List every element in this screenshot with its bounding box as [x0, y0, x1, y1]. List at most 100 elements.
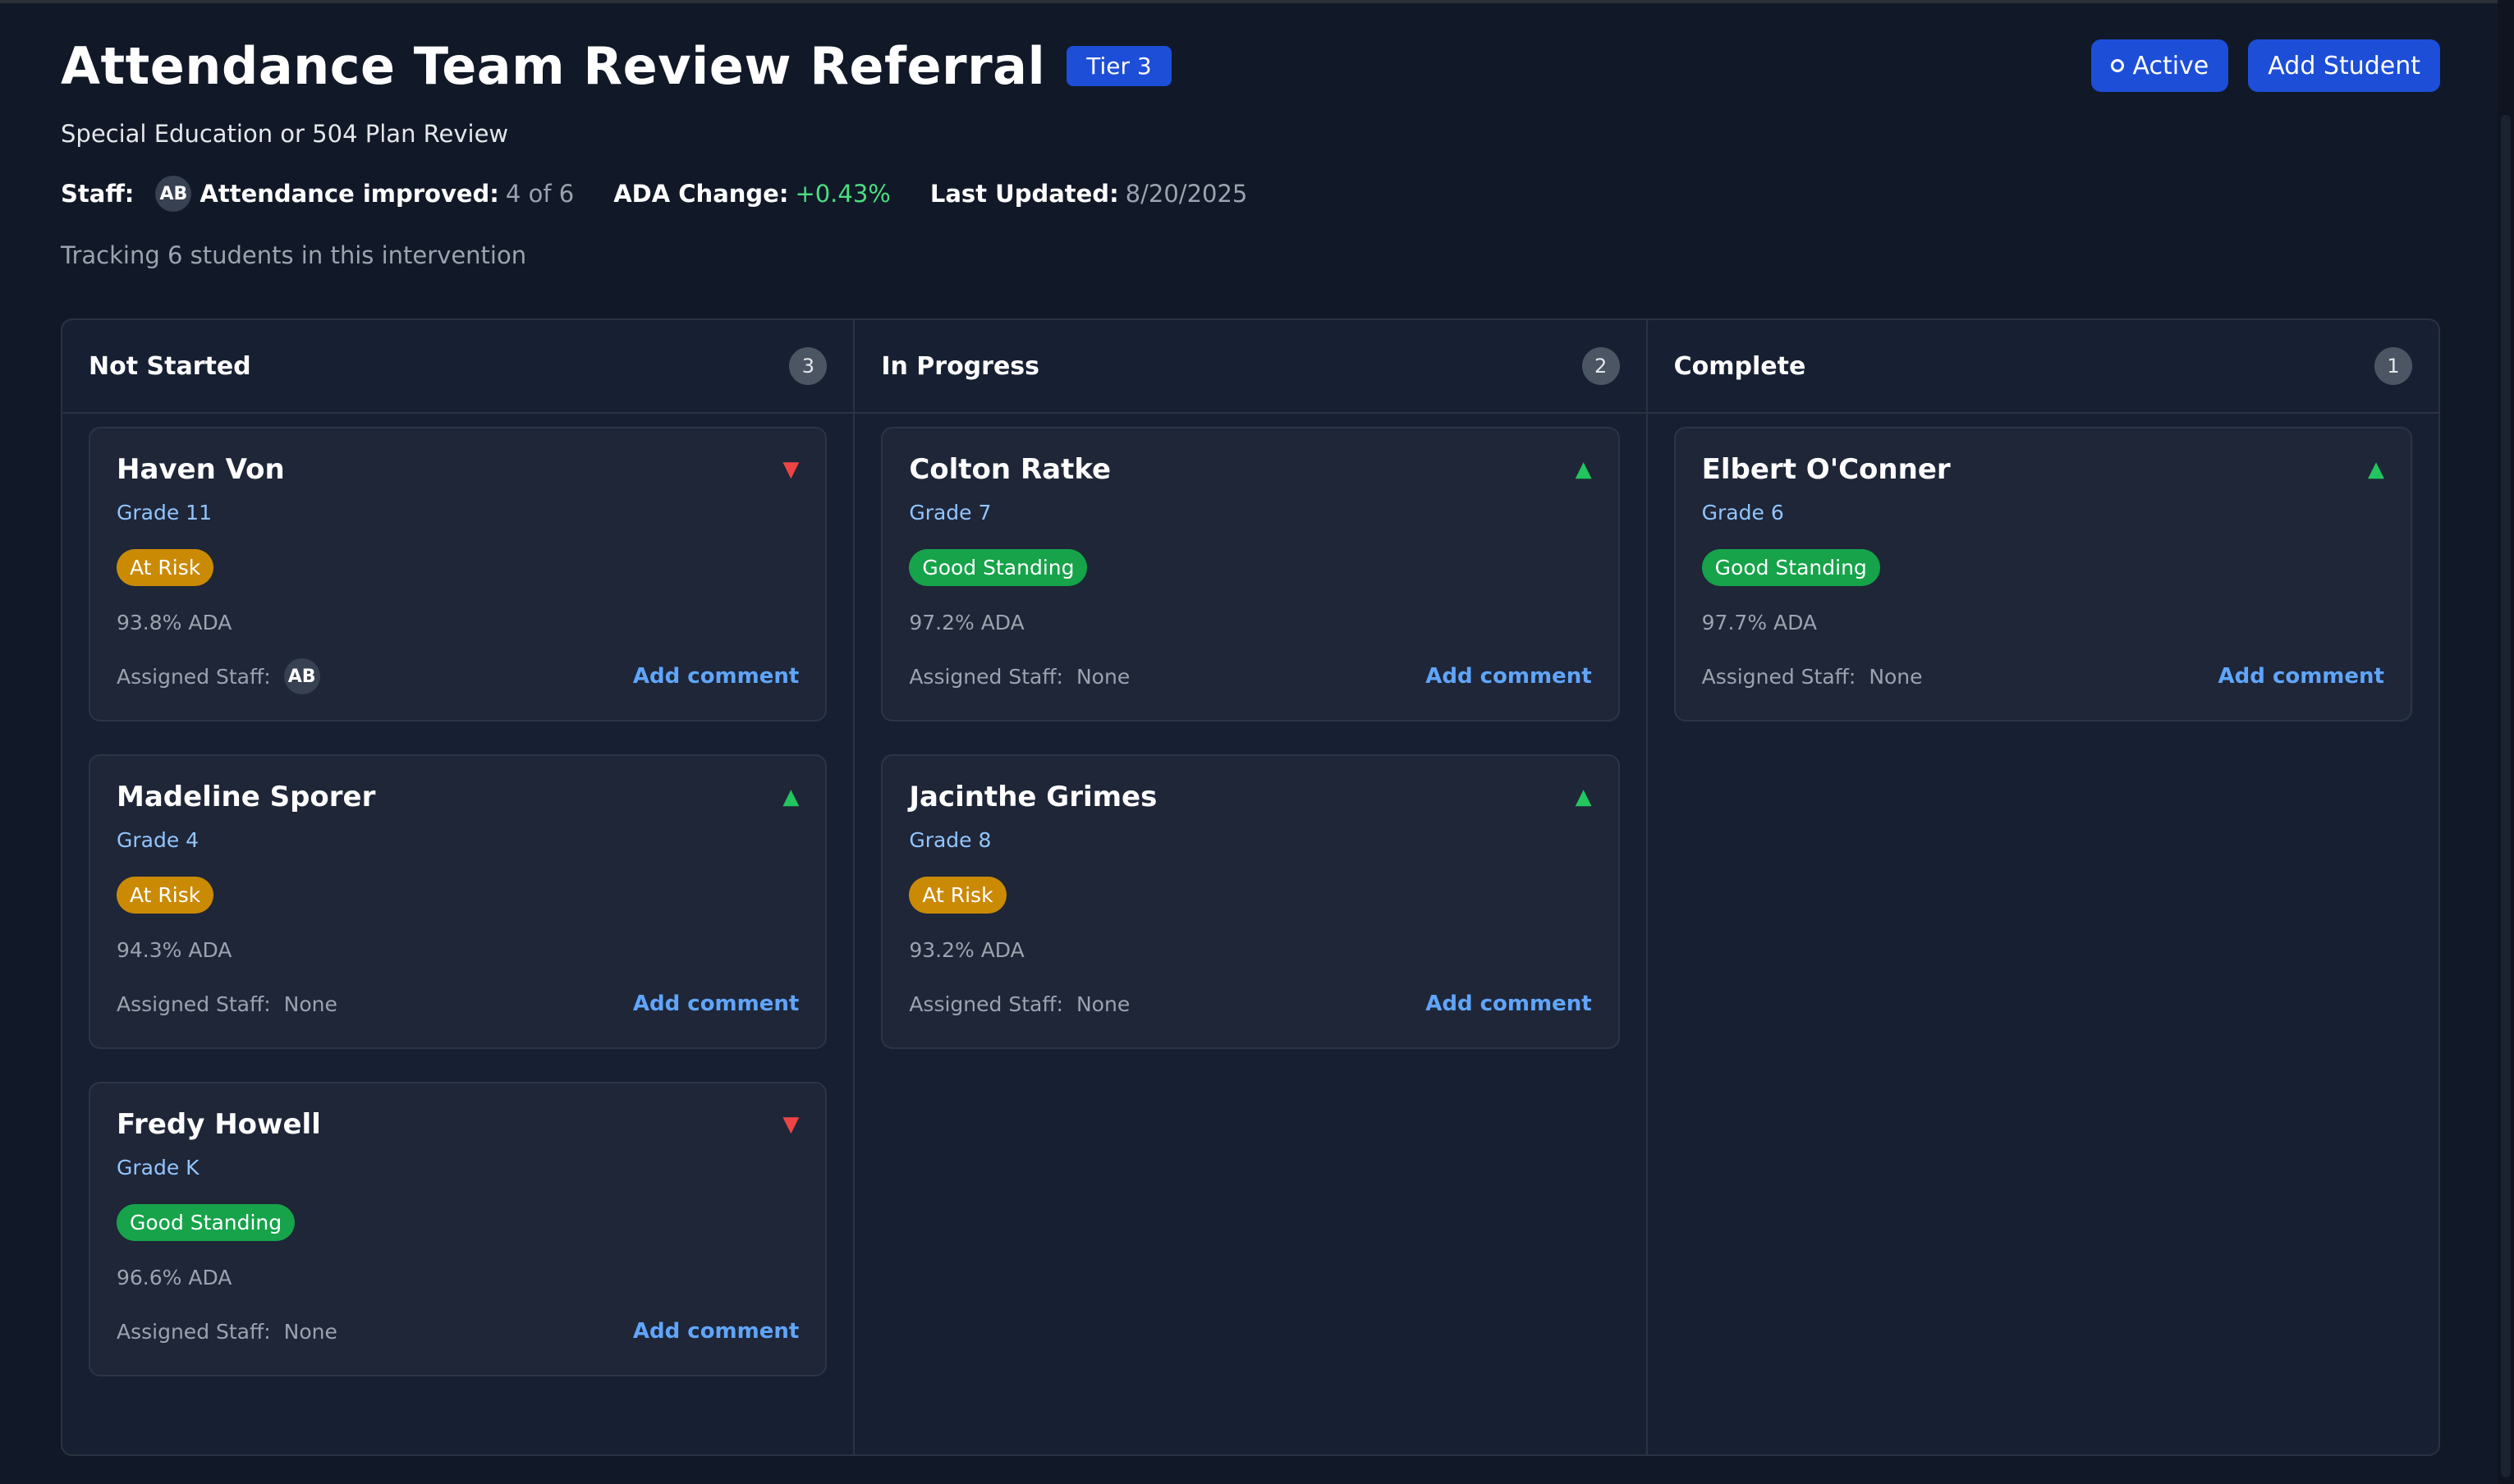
column-header: In Progress 2	[855, 320, 1646, 414]
staff-avatar[interactable]: AB	[283, 658, 320, 694]
trend-down-icon: ▼	[782, 1112, 800, 1137]
tier-badge: Tier 3	[1067, 45, 1172, 86]
column-count-badge: 1	[2374, 347, 2412, 385]
ada-value: 97.7% ADA	[1701, 611, 1818, 634]
assigned-staff-value: None	[1076, 664, 1131, 689]
assigned-staff-value: None	[283, 992, 337, 1016]
improved-label: Attendance improved:	[200, 180, 499, 208]
add-comment-link[interactable]: Add comment	[633, 664, 799, 689]
staff-label: Staff:	[61, 180, 135, 208]
column-count-badge: 3	[789, 347, 828, 385]
title-wrap: Attendance Team Review Referral Tier 3	[61, 36, 1172, 96]
active-button-label: Active	[2132, 51, 2209, 80]
staff-avatar[interactable]: AB	[155, 176, 192, 212]
assigned-staff-value: None	[283, 1319, 337, 1344]
column-title: Not Started	[89, 351, 251, 381]
assigned-staff: Assigned Staff: None	[1702, 665, 1923, 689]
student-card[interactable]: Madeline Sporer ▲ Grade 4 At Risk 94.3% …	[89, 754, 828, 1049]
assigned-staff: Assigned Staff: AB	[117, 658, 320, 694]
meta-row: Staff: AB Attendance improved: 4 of 6 AD…	[61, 176, 2440, 212]
add-comment-link[interactable]: Add comment	[1425, 664, 1591, 689]
column-complete: Complete 1 Elbert O'Conner ▲ Grade 6 Goo…	[1647, 320, 2438, 1454]
student-name: Fredy Howell	[117, 1108, 321, 1141]
student-name: Haven Von	[117, 453, 285, 486]
trend-down-icon: ▼	[782, 457, 800, 482]
student-grade: Grade 4	[117, 828, 200, 852]
ada-value: 93.8% ADA	[117, 611, 232, 634]
ada-value: 94.3% ADA	[117, 938, 232, 962]
window-top-edge	[0, 0, 2514, 3]
tracking-text: Tracking 6 students in this intervention	[61, 241, 527, 269]
assigned-staff-label: Assigned Staff:	[117, 992, 271, 1016]
kanban-board: Not Started 3 Haven Von ▼ Grade 11 At Ri…	[61, 318, 2440, 1456]
student-card[interactable]: Colton Ratke ▲ Grade 7 Good Standing 97.…	[881, 427, 1620, 721]
assigned-staff-label: Assigned Staff:	[117, 1319, 271, 1344]
column-not-started: Not Started 3 Haven Von ▼ Grade 11 At Ri…	[62, 320, 856, 1454]
add-comment-link[interactable]: Add comment	[633, 1319, 799, 1344]
assigned-staff: Assigned Staff: None	[117, 1320, 337, 1344]
column-in-progress: In Progress 2 Colton Ratke ▲ Grade 7 Goo…	[855, 320, 1648, 1454]
trend-up-icon: ▲	[1575, 457, 1592, 482]
add-comment-link[interactable]: Add comment	[1425, 992, 1591, 1016]
student-name: Jacinthe Grimes	[909, 781, 1158, 813]
student-grade: Grade K	[117, 1156, 200, 1179]
scrollbar[interactable]	[2498, 0, 2514, 1484]
student-card[interactable]: Elbert O'Conner ▲ Grade 6 Good Standing …	[1673, 427, 2412, 721]
status-badge: Good Standing	[117, 1204, 296, 1241]
page-title: Attendance Team Review Referral	[61, 35, 1046, 96]
status-badge: Good Standing	[909, 549, 1088, 586]
ada-value: 97.2% ADA	[909, 611, 1025, 634]
student-grade: Grade 7	[909, 501, 992, 524]
improved-value: 4 of 6	[505, 180, 575, 208]
status-badge: At Risk	[117, 549, 214, 586]
student-card[interactable]: Haven Von ▼ Grade 11 At Risk 93.8% ADA A…	[89, 427, 828, 721]
last-updated-value: 8/20/2025	[1125, 180, 1248, 208]
ada-value: 93.2% ADA	[909, 938, 1025, 962]
column-header: Not Started 3	[62, 320, 854, 414]
assigned-staff: Assigned Staff: None	[909, 665, 1130, 689]
assigned-staff: Assigned Staff: None	[909, 992, 1130, 1016]
page-subtitle: Special Education or 504 Plan Review	[61, 120, 509, 148]
header-row: Attendance Team Review Referral Tier 3 A…	[61, 33, 2440, 98]
column-title: In Progress	[881, 351, 1040, 381]
page-header: Attendance Team Review Referral Tier 3 A…	[61, 33, 2440, 269]
student-card[interactable]: Fredy Howell ▼ Grade K Good Standing 96.…	[89, 1082, 828, 1376]
assigned-staff-label: Assigned Staff:	[1701, 664, 1856, 689]
student-name: Elbert O'Conner	[1701, 453, 1951, 486]
scrollbar-thumb[interactable]	[2501, 115, 2511, 1477]
trend-up-icon: ▲	[1575, 785, 1592, 809]
ada-change-value: +0.43%	[795, 180, 891, 208]
header-actions: Active Add Student	[2091, 39, 2440, 92]
add-comment-link[interactable]: Add comment	[633, 992, 799, 1016]
student-name: Madeline Sporer	[117, 781, 376, 813]
circle-icon	[2111, 59, 2125, 72]
ada-value: 96.6% ADA	[117, 1266, 232, 1289]
column-body: Elbert O'Conner ▲ Grade 6 Good Standing …	[1648, 414, 2438, 735]
ada-change-label: ADA Change:	[613, 180, 789, 208]
assigned-staff-value: None	[1076, 992, 1131, 1016]
active-button[interactable]: Active	[2091, 39, 2229, 92]
column-count-badge: 2	[1581, 347, 1620, 385]
column-title: Complete	[1673, 351, 1806, 381]
student-grade: Grade 11	[117, 501, 212, 524]
trend-up-icon: ▲	[782, 785, 800, 809]
status-badge: At Risk	[909, 877, 1007, 914]
assigned-staff-value: None	[1869, 664, 1923, 689]
column-body: Haven Von ▼ Grade 11 At Risk 93.8% ADA A…	[62, 414, 853, 1390]
add-student-button[interactable]: Add Student	[2248, 39, 2440, 92]
trend-up-icon: ▲	[2367, 457, 2384, 482]
student-name: Colton Ratke	[909, 453, 1112, 486]
last-updated-label: Last Updated:	[929, 180, 1119, 208]
status-badge: Good Standing	[1701, 549, 1880, 586]
assigned-staff-label: Assigned Staff:	[117, 664, 271, 689]
status-badge: At Risk	[117, 877, 214, 914]
assigned-staff-label: Assigned Staff:	[909, 664, 1063, 689]
column-header: Complete 1	[1647, 320, 2438, 414]
student-card[interactable]: Jacinthe Grimes ▲ Grade 8 At Risk 93.2% …	[881, 754, 1620, 1049]
student-grade: Grade 8	[909, 828, 992, 852]
add-comment-link[interactable]: Add comment	[2218, 664, 2384, 689]
column-body: Colton Ratke ▲ Grade 7 Good Standing 97.…	[855, 414, 1645, 1062]
assigned-staff: Assigned Staff: None	[117, 992, 337, 1016]
assigned-staff-label: Assigned Staff:	[909, 992, 1063, 1016]
student-grade: Grade 6	[1701, 501, 1784, 524]
